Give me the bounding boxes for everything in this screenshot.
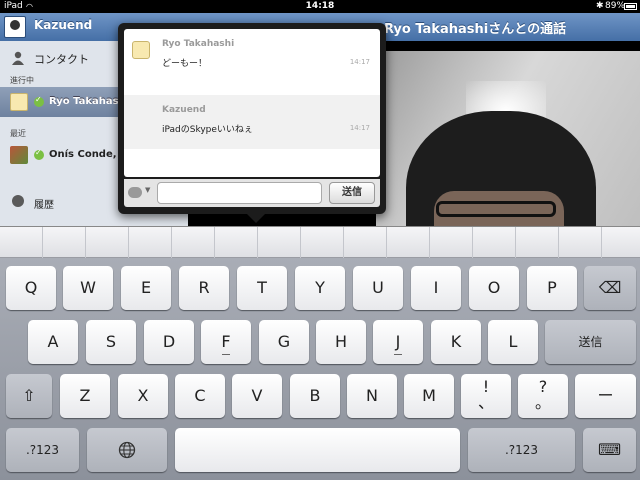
candidate-cell[interactable] [301,227,344,258]
chat-messages[interactable]: Ryo Takahashi どーもー！ 14:17 Kazuend iPadのS… [124,29,380,177]
key-x[interactable]: X [118,374,168,418]
candidate-cell[interactable] [258,227,301,258]
shift-key[interactable]: ⇧ [6,374,52,418]
person-icon [12,51,24,65]
candidate-cell[interactable] [387,227,430,258]
key-o[interactable]: O [469,266,519,310]
message-sender: Ryo Takahashi [162,39,235,49]
candidate-cell[interactable] [559,227,602,258]
popover-arrow [246,213,266,223]
sidebar-item-label: コンタクト [34,53,89,66]
status-time: 14:18 [305,1,335,11]
key-m[interactable]: M [404,374,454,418]
key-p[interactable]: P [527,266,577,310]
status-bar: iPad ◠ 14:18 ✱ 89% [0,0,640,13]
key-b[interactable]: B [290,374,340,418]
key-label: F [221,332,231,351]
section-label-active: 進行中 [10,76,34,85]
battery-percent: 89% [605,1,626,11]
candidate-cell[interactable] [344,227,387,258]
key-e[interactable]: E [121,266,171,310]
message-text: iPadのSkypeいいねぇ [162,125,253,135]
chat-input[interactable] [157,182,322,204]
key-t[interactable]: T [237,266,287,310]
chat-message: Ryo Takahashi どーもー！ 14:17 [124,29,380,95]
key-exclamation[interactable]: ! 、 [461,374,511,418]
key-r[interactable]: R [179,266,229,310]
key-c[interactable]: C [175,374,225,418]
key-long-dash[interactable]: ー [575,374,636,418]
message-sender: Kazuend [162,105,206,115]
globe-icon [118,441,136,459]
candidate-cell[interactable] [43,227,86,258]
home-key-marker [222,354,230,355]
contact-avatar [10,93,28,111]
home-key-marker [394,354,402,355]
key-q[interactable]: Q [6,266,56,310]
key-j[interactable]: J [373,320,423,364]
hide-keyboard-key[interactable]: ⌨ [583,428,636,472]
online-status-icon [34,95,44,107]
ipad-screen: iPad ◠ 14:18 ✱ 89% Kazuend コンタクト 進行中 Ryo… [0,0,640,480]
candidate-cell[interactable] [215,227,258,258]
clock-icon [12,195,24,207]
key-a[interactable]: A [28,320,78,364]
key-k[interactable]: K [431,320,481,364]
profile-avatar[interactable] [4,16,26,38]
candidate-cell[interactable] [129,227,172,258]
key-label: J [395,332,401,351]
candidate-cell[interactable] [172,227,215,258]
key-n[interactable]: N [347,374,397,418]
key-label-bottom: 。 [534,393,551,412]
key-v[interactable]: V [232,374,282,418]
chat-message: Kazuend iPadのSkypeいいねぇ 14:17 [124,95,380,149]
key-g[interactable]: G [259,320,309,364]
candidate-cell[interactable] [473,227,516,258]
key-y[interactable]: Y [295,266,345,310]
section-label-recent: 最近 [10,129,26,138]
keyboard: Q W E R T Y U I O P ⌫ A S D F G H J K L … [0,258,640,480]
message-time: 14:17 [349,58,370,66]
key-u[interactable]: U [353,266,403,310]
key-h[interactable]: H [316,320,366,364]
call-title: Ryo Takahashiさんとの通話 [384,22,567,37]
battery-icon [624,3,637,10]
video-feed[interactable] [376,51,640,226]
key-f[interactable]: F [201,320,251,364]
message-time: 14:17 [349,124,370,132]
globe-key[interactable] [87,428,167,472]
speech-bubble-icon [128,187,142,198]
backspace-key[interactable]: ⌫ [584,266,636,310]
return-key[interactable]: 送信 [545,320,636,364]
chat-popover: Ryo Takahashi どーもー！ 14:17 Kazuend iPadのS… [118,23,386,223]
candidate-cell[interactable] [430,227,473,258]
sidebar-title: Kazuend [34,18,93,32]
key-l[interactable]: L [488,320,538,364]
numbers-key-left[interactable]: .?123 [6,428,79,472]
candidate-cell[interactable] [0,227,43,258]
emoticon-button[interactable]: ▼ [128,186,154,200]
sidebar-item-label: 履歴 [34,200,54,211]
key-s[interactable]: S [86,320,136,364]
contact-avatar [10,146,28,164]
chat-input-bar: ▼ 送信 [124,179,380,207]
key-w[interactable]: W [63,266,113,310]
message-text: どーもー！ [162,59,208,69]
online-status-icon [34,148,44,160]
candidate-bar [0,226,640,258]
key-i[interactable]: I [411,266,461,310]
video-glasses [436,201,556,217]
candidate-cell[interactable] [86,227,129,258]
numbers-key-right[interactable]: .?123 [468,428,575,472]
key-z[interactable]: Z [60,374,110,418]
candidate-cell[interactable] [516,227,559,258]
bluetooth-icon: ✱ [596,1,604,11]
key-label-bottom: 、 [477,393,494,412]
send-button[interactable]: 送信 [329,182,375,204]
space-key[interactable] [175,428,460,472]
message-avatar [132,41,150,59]
key-d[interactable]: D [144,320,194,364]
key-question[interactable]: ? 。 [518,374,568,418]
chevron-down-icon: ▼ [145,186,151,194]
